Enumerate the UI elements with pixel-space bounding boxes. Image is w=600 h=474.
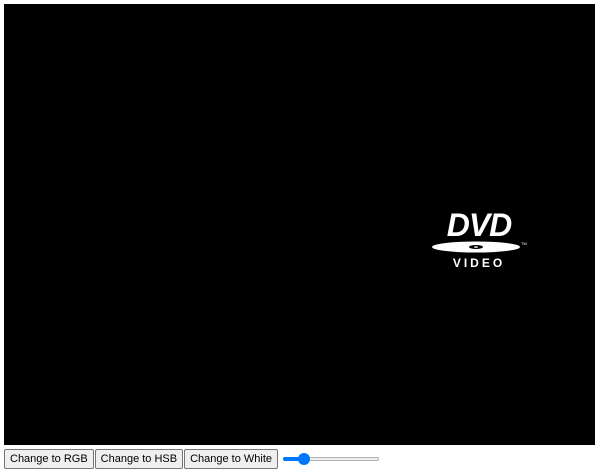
slider-thumb[interactable] [298, 453, 311, 465]
change-to-white-button[interactable]: Change to White [184, 449, 279, 469]
speed-slider[interactable] [283, 451, 380, 467]
dvd-video-logo-icon: DVD TM VIDEO [432, 207, 527, 270]
trademark-mark: TM [521, 241, 527, 246]
animation-canvas: DVD TM VIDEO [4, 4, 595, 445]
control-bar: Change to RGB Change to HSB Change to Wh… [4, 449, 380, 469]
dvd-wordmark: DVD [447, 207, 512, 243]
change-to-rgb-button[interactable]: Change to RGB [4, 449, 94, 469]
video-subtitle: VIDEO [453, 256, 505, 270]
change-to-hsb-button[interactable]: Change to HSB [94, 449, 184, 469]
